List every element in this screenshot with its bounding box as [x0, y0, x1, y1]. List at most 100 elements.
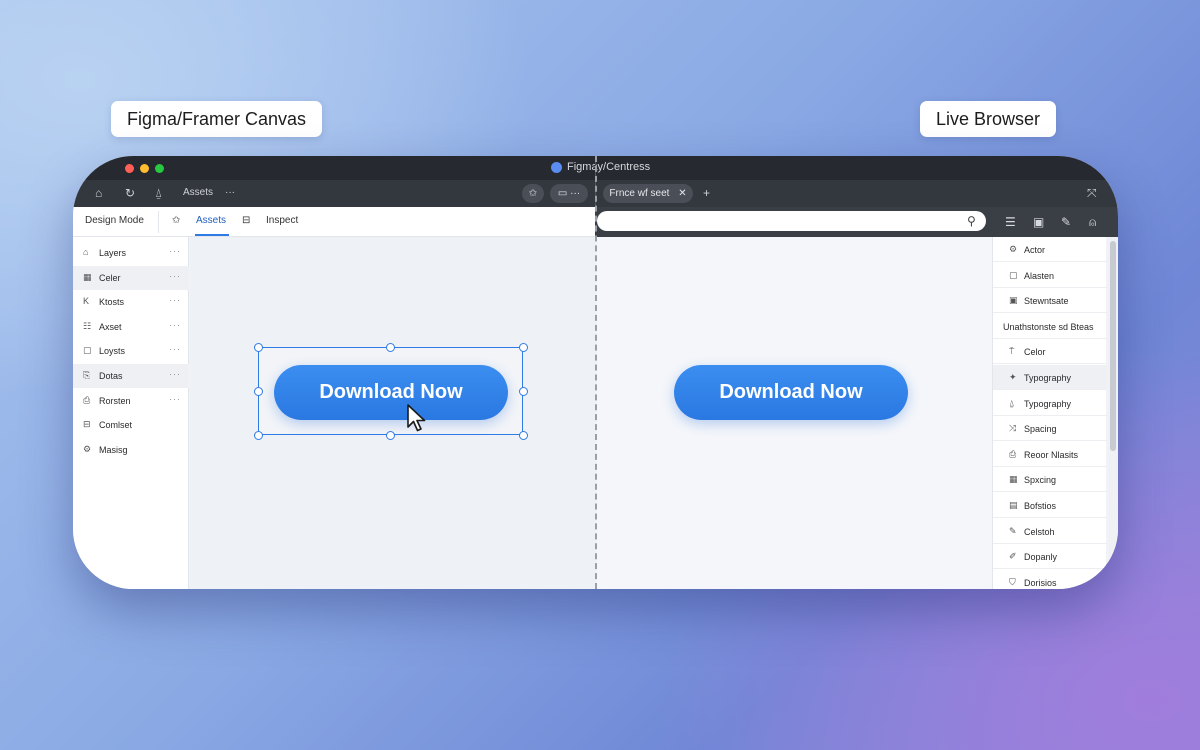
lock-icon[interactable]: ⍙	[155, 186, 162, 201]
layer-label: Masisg	[99, 444, 128, 455]
layer-item[interactable]: ⚙ Masisg	[73, 438, 189, 462]
scrollbar-thumb[interactable]	[1110, 241, 1116, 451]
design-canvas[interactable]: Download Now	[190, 237, 595, 589]
tab-close-icon[interactable]: ✕	[678, 188, 686, 199]
property-item[interactable]: ⍙ Typography	[993, 391, 1107, 416]
property-item[interactable]: ⛉ Dorisios	[993, 570, 1107, 589]
layer-label: Layers	[99, 248, 127, 258]
canvas-download-button[interactable]: Download Now	[274, 365, 508, 420]
close-window-button[interactable]	[125, 164, 134, 173]
property-item[interactable]: ⎙ Reoor Nlasits	[993, 442, 1107, 467]
property-item[interactable]: ✦ Typography	[993, 365, 1107, 390]
property-item[interactable]: ▣ Stewntsate	[993, 288, 1107, 314]
property-item[interactable]: ⤨ Spacing	[993, 416, 1107, 442]
layer-icon: ☷	[83, 320, 92, 331]
design-tabs-bar: Design Mode ✩ Assets ⊟ Inspect	[73, 207, 595, 237]
refresh-icon[interactable]: ↻	[125, 186, 135, 200]
browser-tab[interactable]: Frnce wf seet ✕	[603, 184, 693, 203]
design-mode-label[interactable]: Design Mode	[85, 215, 144, 226]
layer-item[interactable]: ☷ Axset ···	[73, 315, 189, 339]
property-icon: ✎	[1009, 525, 1017, 536]
app-logo-icon	[551, 161, 562, 173]
assets-menu[interactable]: Assets	[183, 187, 213, 198]
layer-more-icon[interactable]: ···	[169, 344, 181, 354]
property-item[interactable]: ✐ Dopanly	[993, 544, 1107, 570]
window-title: Figmay/Centress	[551, 161, 650, 173]
address-bar[interactable]: ⚲	[597, 211, 986, 231]
property-item[interactable]: ▢ Alasten	[993, 263, 1107, 288]
layer-item[interactable]: ▢ Loysts ···	[73, 339, 189, 363]
browser-viewport: Download Now	[597, 237, 992, 589]
layer-more-icon[interactable]: ···	[169, 369, 181, 379]
resize-handle-bottom-left[interactable]	[254, 431, 263, 440]
new-tab-icon[interactable]: +	[703, 186, 710, 200]
browser-download-button[interactable]: Download Now	[674, 365, 908, 420]
property-item[interactable]: ▦ Spxcing	[993, 467, 1107, 493]
browser-tab-icon[interactable]: ▭ ···	[550, 184, 588, 203]
layer-icon: ⊟	[83, 419, 91, 430]
property-item[interactable]: ▤ Bofstios	[993, 493, 1107, 518]
pen-icon[interactable]: ✎	[1061, 215, 1071, 229]
layer-item[interactable]: ⎘ Dotas ···	[73, 364, 189, 388]
property-note: Unathstonste sd Bteas	[993, 314, 1107, 339]
inspect-icon[interactable]: ⊟	[242, 215, 250, 226]
property-icon: ⍑	[1009, 346, 1015, 357]
property-label: Typography	[1024, 373, 1072, 383]
expand-icon[interactable]: ⤧	[1087, 186, 1097, 201]
tab-inspect[interactable]: Inspect	[266, 215, 298, 226]
layer-item[interactable]: K Ktosts ···	[73, 290, 189, 314]
browser-label-tag: Live Browser	[920, 101, 1057, 137]
property-label: Spxcing	[1024, 475, 1057, 486]
layer-more-icon[interactable]: ···	[169, 246, 181, 256]
layer-item[interactable]: ⎙ Rorsten ···	[73, 389, 189, 413]
resize-handle-right[interactable]	[519, 387, 528, 396]
properties-panel: ⚙ Actor ▢ Alasten ▣ Stewntsate Unathstonste sd…	[992, 237, 1107, 589]
property-icon: ✐	[1009, 551, 1017, 562]
split-divider[interactable]	[595, 156, 597, 589]
layer-more-icon[interactable]: ···	[169, 320, 181, 330]
resize-handle-top-left[interactable]	[254, 343, 263, 352]
layer-more-icon[interactable]: ···	[169, 394, 181, 404]
layer-icon: ▢	[83, 345, 92, 356]
layer-item[interactable]: ▦ Celer ···	[73, 265, 189, 290]
layer-item[interactable]: ⌂ Layers ···	[73, 241, 189, 265]
maximize-window-button[interactable]	[155, 164, 164, 173]
property-icon: ⍙	[1009, 397, 1015, 408]
resize-handle-top[interactable]	[386, 343, 395, 352]
property-item[interactable]: ✎ Celstoh	[993, 519, 1107, 544]
minimize-window-button[interactable]	[140, 164, 149, 173]
layer-item[interactable]: ⊟ Comlset	[73, 413, 189, 437]
resize-handle-bottom[interactable]	[386, 431, 395, 440]
property-label: Typography	[1024, 398, 1072, 409]
profile-icon[interactable]: ⍝	[1089, 215, 1096, 230]
layer-more-icon[interactable]: ···	[169, 295, 181, 305]
property-label: Stewntsate	[1024, 296, 1069, 307]
property-item[interactable]: ⚙ Actor	[993, 237, 1107, 262]
property-icon: ▣	[1009, 295, 1018, 306]
resize-handle-left[interactable]	[254, 387, 263, 396]
property-label: Celstoh	[1024, 526, 1055, 537]
properties-scrollbar[interactable]	[1108, 237, 1118, 589]
property-label: Celor	[1024, 347, 1046, 358]
components-icon[interactable]: ✩	[172, 215, 180, 226]
star-icon[interactable]: ✩	[522, 184, 544, 203]
resize-handle-bottom-right[interactable]	[519, 431, 528, 440]
save-icon[interactable]: ▣	[1033, 215, 1044, 229]
tab-assets[interactable]: Assets	[196, 215, 226, 226]
property-icon: ▤	[1009, 500, 1018, 510]
property-icon: ▦	[1009, 474, 1018, 485]
layer-more-icon[interactable]: ···	[169, 271, 181, 281]
property-icon: ⤨	[1009, 423, 1017, 434]
active-tab-indicator	[195, 234, 229, 236]
layer-label: Loysts	[99, 346, 126, 357]
property-icon: ✦	[1009, 372, 1017, 382]
more-menu-icon[interactable]: ···	[225, 187, 235, 198]
menu-icon[interactable]: ☰	[1005, 215, 1016, 229]
resize-handle-top-right[interactable]	[519, 343, 528, 352]
property-icon: ▢	[1009, 269, 1018, 280]
property-label: Bofstios	[1024, 501, 1057, 511]
property-item[interactable]: ⍑ Celor	[993, 339, 1107, 365]
home-icon[interactable]: ⌂	[95, 186, 102, 200]
app-window: Figmay/Centress ⌂ ↻ ⍙ Assets ··· ✩ ▭ ···…	[73, 156, 1118, 589]
search-icon[interactable]: ⚲	[967, 214, 976, 228]
